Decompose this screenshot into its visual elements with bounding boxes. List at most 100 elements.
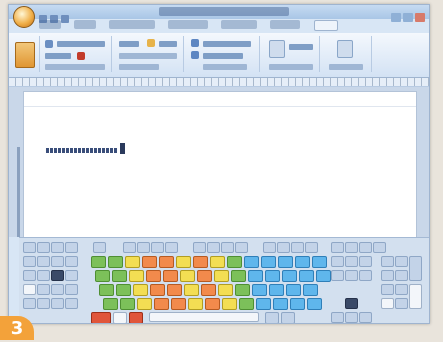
keyboard-key[interactable]	[120, 298, 135, 310]
keyboard-key[interactable]	[23, 270, 36, 281]
keyboard-key[interactable]	[65, 270, 78, 281]
style-icon[interactable]	[191, 51, 199, 59]
keyboard-key[interactable]	[108, 256, 123, 268]
keyboard-key[interactable]	[291, 242, 304, 253]
keyboard-key[interactable]	[331, 256, 344, 267]
keyboard-key[interactable]	[171, 298, 186, 310]
keyboard-key[interactable]	[261, 256, 276, 268]
keyboard-key[interactable]	[331, 270, 344, 281]
font-color-icon[interactable]	[77, 52, 85, 60]
keyboard-key[interactable]	[381, 270, 394, 281]
keyboard-key[interactable]	[381, 256, 394, 267]
keyboard-key[interactable]	[23, 242, 36, 253]
ruler[interactable]	[9, 78, 429, 87]
minimize-button[interactable]	[391, 13, 401, 22]
keyboard-key[interactable]	[221, 242, 234, 253]
keyboard-key[interactable]	[252, 284, 267, 296]
maximize-button[interactable]	[403, 13, 413, 22]
keyboard-key[interactable]	[23, 284, 36, 295]
keyboard-key[interactable]	[184, 284, 199, 296]
keyboard-key[interactable]	[95, 270, 110, 282]
keyboard-key[interactable]	[409, 284, 422, 309]
keyboard-key[interactable]	[345, 242, 358, 253]
keyboard-key[interactable]	[167, 284, 182, 296]
keyboard-key[interactable]	[345, 270, 358, 281]
keyboard-key[interactable]	[381, 298, 394, 309]
keyboard-key[interactable]	[137, 298, 152, 310]
keyboard-key[interactable]	[290, 298, 305, 310]
keyboard-key[interactable]	[65, 242, 78, 253]
highlight-icon[interactable]	[147, 39, 155, 47]
font-icon[interactable]	[45, 40, 53, 48]
tab-mailings[interactable]	[221, 20, 258, 29]
keyboard-key[interactable]	[65, 256, 78, 267]
zoom-button[interactable]	[337, 40, 353, 58]
keyboard-key[interactable]	[248, 270, 263, 282]
keyboard-key[interactable]	[137, 242, 150, 253]
keyboard-key[interactable]	[201, 284, 216, 296]
keyboard-key[interactable]	[116, 284, 131, 296]
keyboard-key[interactable]	[176, 256, 191, 268]
keyboard-key[interactable]	[93, 242, 106, 253]
keyboard-key[interactable]	[37, 242, 50, 253]
keyboard-key[interactable]	[37, 298, 50, 309]
keyboard-key[interactable]	[231, 270, 246, 282]
keyboard-key[interactable]	[235, 242, 248, 253]
keyboard-key[interactable]	[99, 284, 114, 296]
keyboard-key[interactable]	[91, 312, 111, 323]
keyboard-key[interactable]	[129, 312, 143, 323]
keyboard-key[interactable]	[409, 256, 422, 281]
keyboard-key[interactable]	[359, 270, 372, 281]
keyboard-key[interactable]	[286, 284, 301, 296]
keyboard-key[interactable]	[307, 298, 322, 310]
keyboard-key[interactable]	[207, 242, 220, 253]
keyboard-key[interactable]	[299, 270, 314, 282]
keyboard-key[interactable]	[218, 284, 233, 296]
keyboard-key[interactable]	[331, 312, 344, 323]
keyboard-key[interactable]	[345, 256, 358, 267]
keyboard-key[interactable]	[23, 256, 36, 267]
keyboard-key[interactable]	[359, 242, 372, 253]
style-title[interactable]	[203, 64, 247, 70]
keyboard-key[interactable]	[51, 270, 64, 281]
keyboard-key[interactable]	[395, 298, 408, 309]
keyboard-key[interactable]	[205, 298, 220, 310]
keyboard-key[interactable]	[193, 256, 208, 268]
keyboard-key[interactable]	[210, 256, 225, 268]
keyboard-key[interactable]	[239, 298, 254, 310]
spacing-row[interactable]	[119, 64, 159, 70]
tab-view[interactable]	[313, 20, 338, 31]
keyboard-key[interactable]	[165, 242, 178, 253]
keyboard-key[interactable]	[303, 284, 318, 296]
keyboard-key[interactable]	[331, 242, 344, 253]
keyboard-key[interactable]	[193, 242, 206, 253]
keyboard-key[interactable]	[125, 256, 140, 268]
keyboard-key[interactable]	[395, 256, 408, 267]
keyboard-key[interactable]	[163, 270, 178, 282]
keyboard-key[interactable]	[65, 298, 78, 309]
tab-references[interactable]	[168, 20, 209, 29]
keyboard-key[interactable]	[91, 256, 106, 268]
keyboard-key[interactable]	[345, 298, 358, 309]
keyboard-key[interactable]	[265, 270, 280, 282]
keyboard-key[interactable]	[316, 270, 331, 282]
keyboard-key[interactable]	[159, 256, 174, 268]
keyboard-key[interactable]	[65, 284, 78, 295]
style-heading[interactable]	[203, 53, 243, 59]
style-icon[interactable]	[191, 39, 199, 47]
bullets-button[interactable]	[119, 41, 139, 47]
clipboard-icon[interactable]	[15, 42, 35, 68]
keyboard-key[interactable]	[133, 284, 148, 296]
keyboard-key[interactable]	[214, 270, 229, 282]
keyboard-key[interactable]	[103, 298, 118, 310]
close-button[interactable]	[415, 13, 425, 22]
keyboard-key[interactable]	[222, 298, 237, 310]
keyboard-key[interactable]	[154, 298, 169, 310]
format-row[interactable]	[45, 64, 105, 70]
keyboard-key[interactable]	[305, 242, 318, 253]
keyboard-key[interactable]	[113, 312, 127, 323]
tab-page-layout[interactable]	[109, 20, 156, 29]
keyboard-key[interactable]	[265, 312, 279, 323]
zoom-label[interactable]	[329, 64, 363, 70]
keyboard-key[interactable]	[282, 270, 297, 282]
